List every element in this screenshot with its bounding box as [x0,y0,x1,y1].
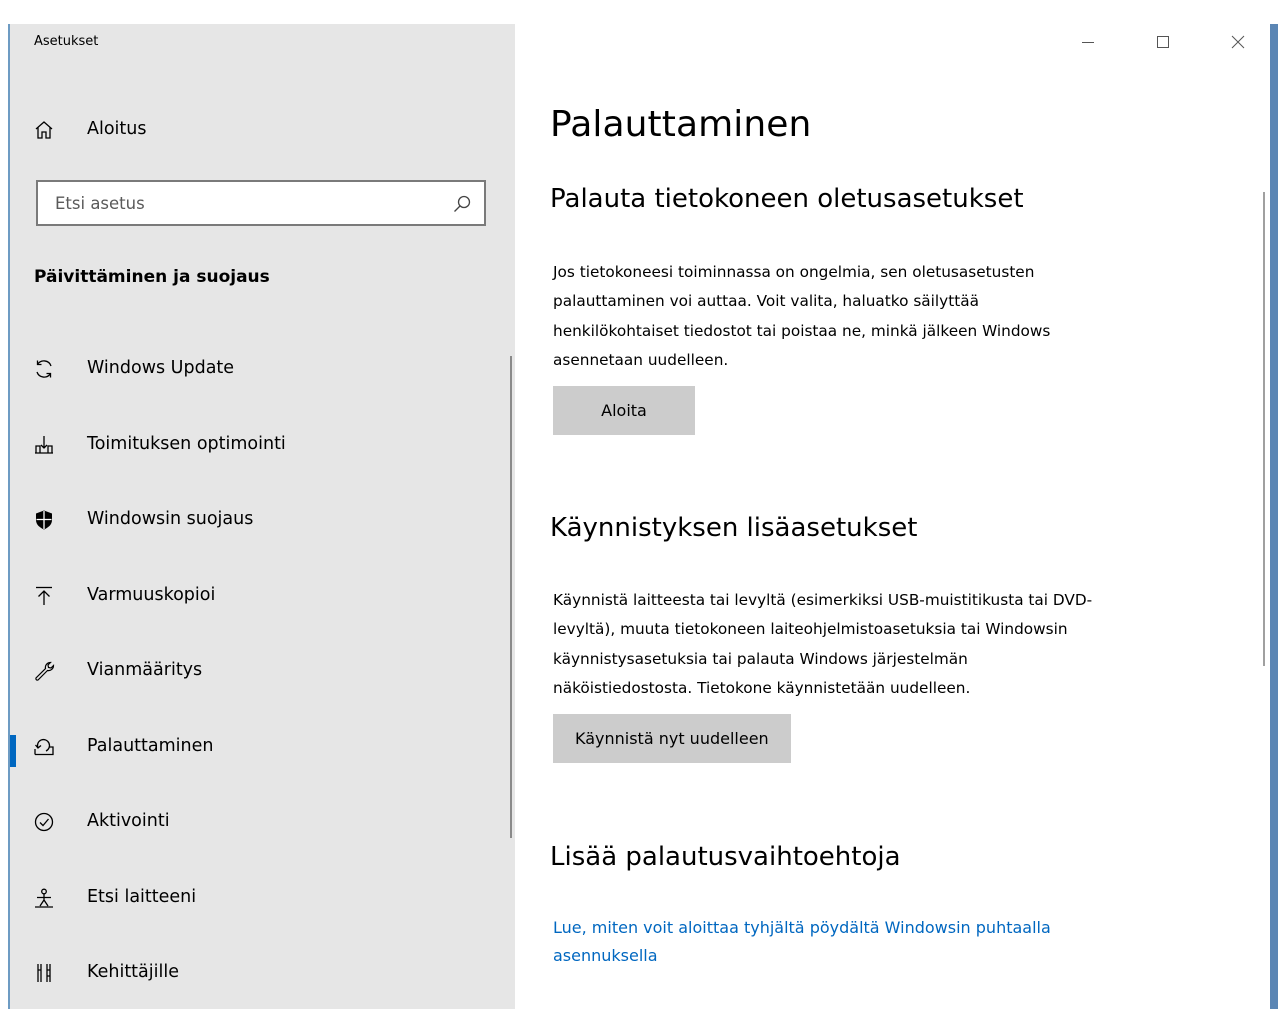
sidebar-item-vianmaaritys[interactable]: Vianmääritys [10,649,510,693]
sidebar-item-label: Etsi laitteeni [87,887,197,907]
sidebar-item-label: Palauttaminen [87,736,214,756]
sidebar-item-varmuuskopioi[interactable]: Varmuuskopioi [10,574,510,618]
sidebar-item-label: Varmuuskopioi [87,585,216,605]
section-heading: Päivittäminen ja suojaus [34,267,270,287]
content-pane: Palauttaminen Palauta tietokoneen oletus… [515,24,1270,1009]
restart-now-button[interactable]: Käynnistä nyt uudelleen [553,714,791,763]
search-icon[interactable] [452,194,472,214]
sidebar-item-palauttaminen[interactable]: Palauttaminen [10,725,510,769]
minimize-icon [1082,42,1094,43]
more-recovery-options-title: Lisää palautusvaihtoehtoja [550,842,901,872]
sidebar-item-label: Toimituksen optimointi [87,434,286,454]
sidebar: Asetukset Aloitus Päivittäminen ja suoja… [10,24,515,1009]
close-icon [1231,35,1245,49]
check-circle-icon [32,810,56,834]
link-line[interactable]: Lue, miten voit aloittaa tyhjältä pöydäl… [553,918,1051,937]
search-input[interactable] [38,182,484,224]
sidebar-item-aktivointi[interactable]: Aktivointi [10,800,510,844]
sidebar-item-label: Aktivointi [87,811,170,831]
sidebar-item-windowsin-suojaus[interactable]: Windowsin suojaus [10,498,510,542]
sidebar-item-toimituksen-optimointi[interactable]: Toimituksen optimointi [10,423,510,467]
sidebar-item-label: Windowsin suojaus [87,509,254,529]
reset-description-line: palauttaminen voi auttaa. Voit valita, h… [553,292,979,311]
clean-install-link[interactable]: Lue, miten voit aloittaa tyhjältä pöydäl… [553,914,1193,970]
content-scrollbar[interactable] [1263,192,1265,666]
shield-icon [32,508,56,532]
link-line[interactable]: asennuksella [553,946,658,965]
sidebar-item-home[interactable]: Aloitus [10,108,510,152]
app-title: Asetukset [34,34,99,49]
recovery-icon [32,735,56,759]
sidebar-item-windows-update[interactable]: Windows Update [10,347,510,391]
startup-description-line: Käynnistä laitteesta tai levyltä (esimer… [553,591,1093,609]
startup-description-line: käynnistysasetuksia tai palauta Windows … [553,649,968,668]
search-box[interactable] [36,180,486,226]
close-button[interactable] [1215,24,1261,60]
reset-section-title: Palauta tietokoneen oletusasetukset [550,184,1024,214]
reset-description-line: asennetaan uudelleen. [553,351,729,370]
active-item-indicator [10,735,16,767]
minimize-button[interactable] [1065,24,1111,60]
person-location-icon [32,886,56,910]
refresh-icon [32,357,56,381]
upload-arrow-icon [32,584,56,608]
advanced-startup-description: Käynnistä laitteesta tai levyltä (esimer… [553,586,1233,704]
sidebar-item-label: Windows Update [87,358,235,378]
sidebar-item-kehittajille[interactable]: Kehittäjille [10,951,510,995]
delivery-optimization-icon [32,433,56,457]
reset-start-button[interactable]: Aloita [553,386,695,435]
window-right-edge [1270,24,1278,1009]
developer-tools-icon [32,961,56,985]
sidebar-item-label: Vianmääritys [87,660,203,680]
wrench-icon [32,659,56,683]
reset-description-line: Jos tietokoneesi toiminnassa on ongelmia… [553,263,1035,281]
maximize-icon [1157,36,1169,48]
sidebar-item-label: Kehittäjille [87,962,179,982]
sidebar-item-label: Aloitus [87,119,147,139]
startup-description-line: levyltä), muuta tietokoneen laiteohjelmi… [553,620,1068,639]
advanced-startup-title: Käynnistyksen lisäasetukset [550,513,918,543]
startup-description-line: näköistiedostosta. Tietokone käynnistetä… [553,679,971,698]
page-title: Palauttaminen [550,104,812,145]
home-icon [32,118,56,142]
sidebar-scrollbar[interactable] [510,356,512,838]
reset-description-line: henkilökohtaiset tiedostot tai poistaa n… [553,321,1051,340]
sidebar-item-etsi-laitteeni[interactable]: Etsi laitteeni [10,876,510,920]
settings-window: Asetukset Aloitus Päivittäminen ja suoja… [0,24,1278,1009]
reset-description: Jos tietokoneesi toiminnassa on ongelmia… [553,258,1233,376]
maximize-button[interactable] [1140,24,1186,60]
